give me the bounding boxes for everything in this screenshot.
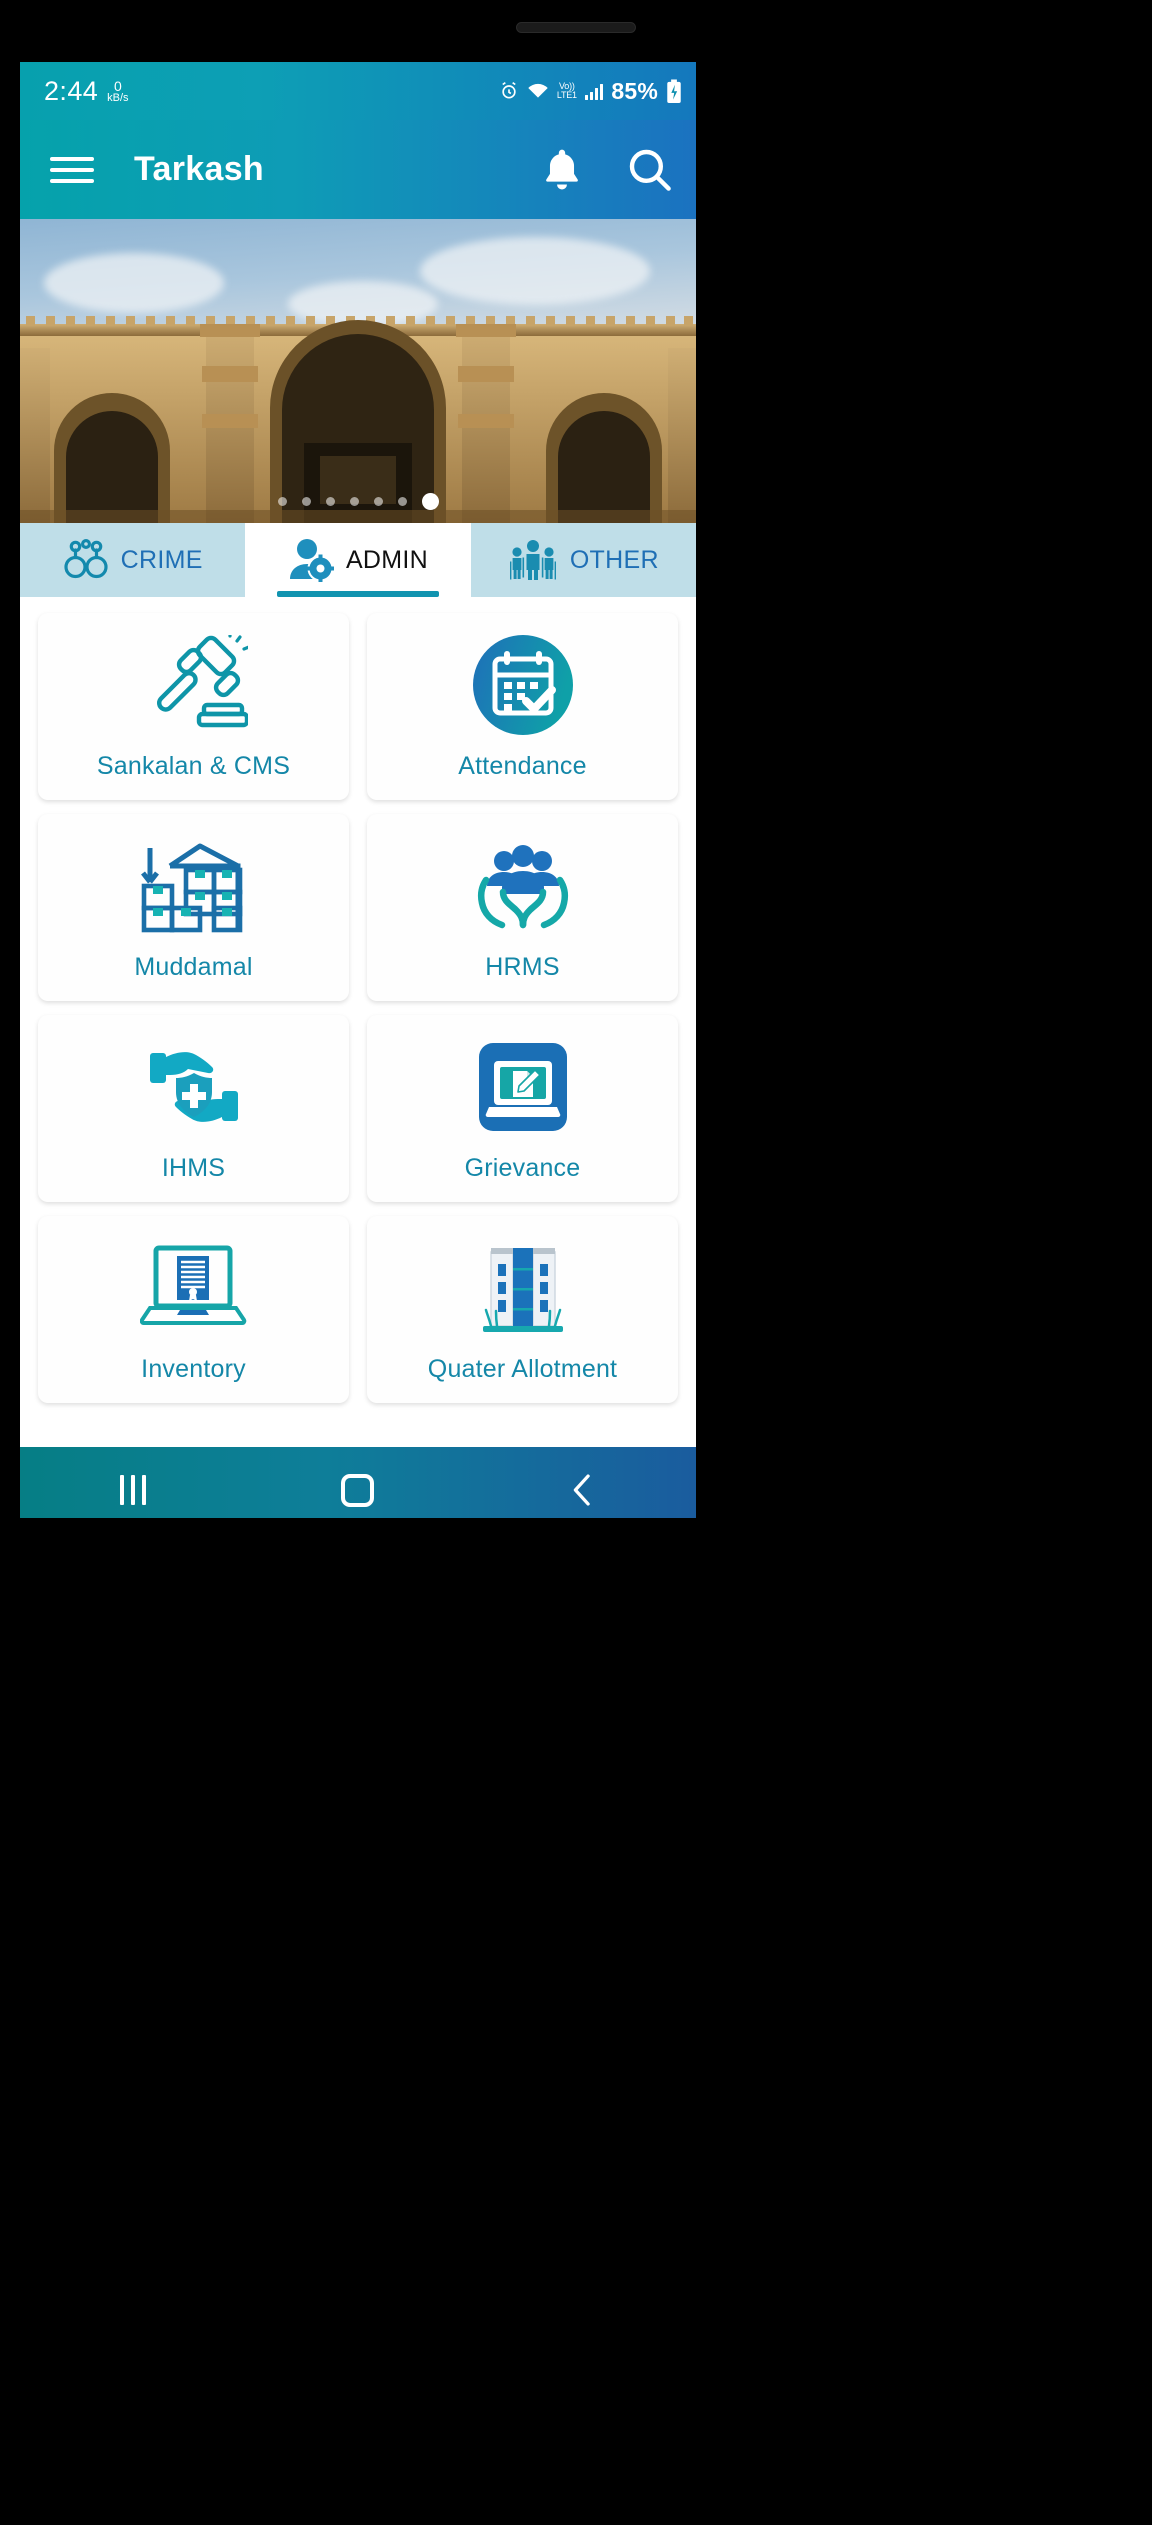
bell-icon[interactable] bbox=[540, 147, 584, 193]
page-title: Tarkash bbox=[134, 150, 264, 188]
status-bar: 2:44 0 kB/s Vo)) LTE1 85% bbox=[20, 62, 696, 120]
status-bar-left: 2:44 0 kB/s bbox=[44, 75, 129, 106]
grid-card-attendance[interactable]: Attendance bbox=[367, 613, 678, 800]
network-speed-unit: kB/s bbox=[107, 91, 129, 104]
wifi-icon bbox=[528, 83, 548, 98]
handcuffs-icon bbox=[64, 539, 108, 579]
alarm-icon bbox=[502, 81, 516, 99]
home-button[interactable] bbox=[298, 1460, 418, 1518]
tab-label: ADMIN bbox=[345, 545, 429, 574]
hamburger-menu-icon[interactable] bbox=[50, 150, 94, 190]
grid-card-label: Inventory bbox=[141, 1354, 246, 1383]
recents-icon bbox=[119, 1475, 146, 1505]
carousel-dot[interactable] bbox=[277, 497, 287, 506]
carousel-dot[interactable] bbox=[325, 497, 335, 506]
grid-card-label: Grievance bbox=[464, 1153, 581, 1182]
signal-bars-icon bbox=[584, 83, 604, 100]
grid-card-muddamal[interactable]: Muddamal bbox=[38, 814, 349, 1001]
phone-device: 2:44 0 kB/s Vo)) LTE1 85% Tarkash CRIME … bbox=[0, 0, 1152, 2525]
warehouse-boxes-icon bbox=[140, 832, 248, 940]
tab-admin[interactable]: ADMIN bbox=[245, 523, 470, 597]
app-bar: Tarkash bbox=[20, 120, 696, 219]
carousel-dot[interactable] bbox=[349, 497, 359, 506]
grid-card-label: Attendance bbox=[458, 751, 587, 780]
android-navigation-bar bbox=[20, 1447, 696, 1518]
grid-card-label: Quater Allotment bbox=[427, 1354, 618, 1383]
banner-carousel[interactable] bbox=[20, 219, 696, 523]
tab-label: CRIME bbox=[120, 545, 203, 574]
module-grid: Sankalan & CMS Attendance Muddamal HRMS … bbox=[20, 597, 696, 1447]
grid-card-inventory[interactable]: Inventory bbox=[38, 1216, 349, 1403]
battery-percent-label: 85% bbox=[611, 77, 658, 104]
grid-card-grievance[interactable]: Grievance bbox=[367, 1015, 678, 1202]
carousel-dot[interactable] bbox=[373, 497, 383, 506]
battery-icon bbox=[667, 78, 681, 103]
grid-card-sankalan-cms[interactable]: Sankalan & CMS bbox=[38, 613, 349, 800]
search-icon[interactable] bbox=[626, 146, 674, 194]
tab-label: OTHER bbox=[569, 545, 659, 574]
network-speed-indicator: 0 kB/s bbox=[107, 79, 128, 105]
apartment-building-icon bbox=[477, 1234, 569, 1342]
grid-card-quater-allotment[interactable]: Quater Allotment bbox=[367, 1216, 678, 1403]
user-gear-icon bbox=[289, 539, 334, 582]
status-clock: 2:44 bbox=[44, 75, 99, 106]
carousel-dots[interactable] bbox=[20, 493, 696, 510]
calendar-check-icon bbox=[472, 631, 573, 739]
laptop-document-pencil-icon bbox=[475, 1033, 571, 1141]
grid-card-hrms[interactable]: HRMS bbox=[367, 814, 678, 1001]
gavel-icon bbox=[140, 631, 248, 739]
tab-other[interactable]: OTHER bbox=[470, 523, 696, 597]
status-bar-right: Vo)) LTE1 85% bbox=[499, 78, 682, 105]
grid-card-label: Sankalan & CMS bbox=[96, 751, 291, 780]
family-people-icon bbox=[509, 540, 556, 580]
category-tabs: CRIME ADMIN OTHER bbox=[20, 523, 696, 597]
recents-button[interactable] bbox=[73, 1460, 193, 1518]
app-bar-actions bbox=[540, 146, 674, 194]
grid-card-ihms[interactable]: IHMS bbox=[38, 1015, 349, 1202]
grid-card-label: Muddamal bbox=[134, 952, 253, 981]
network-speed-value: 0 bbox=[113, 77, 122, 94]
carousel-dot[interactable] bbox=[397, 497, 407, 506]
volte-icon: Vo)) LTE1 bbox=[556, 81, 577, 100]
hands-health-shield-icon bbox=[142, 1033, 246, 1141]
back-chevron-icon bbox=[574, 1474, 591, 1506]
carousel-dot-active[interactable] bbox=[421, 493, 439, 510]
people-in-hands-icon bbox=[471, 832, 575, 940]
home-icon bbox=[341, 1473, 375, 1507]
tab-crime[interactable]: CRIME bbox=[20, 523, 246, 597]
earpiece-speaker bbox=[516, 22, 636, 33]
grid-card-label: HRMS bbox=[485, 952, 560, 981]
volte-bottom-text: LTE1 bbox=[556, 90, 577, 100]
mosque-photo bbox=[20, 316, 696, 523]
laptop-certificate-icon bbox=[139, 1234, 248, 1342]
phone-screen: 2:44 0 kB/s Vo)) LTE1 85% Tarkash CRIME … bbox=[20, 62, 696, 1518]
grid-card-label: IHMS bbox=[161, 1153, 226, 1182]
back-button[interactable] bbox=[523, 1460, 643, 1518]
carousel-dot[interactable] bbox=[301, 497, 311, 506]
